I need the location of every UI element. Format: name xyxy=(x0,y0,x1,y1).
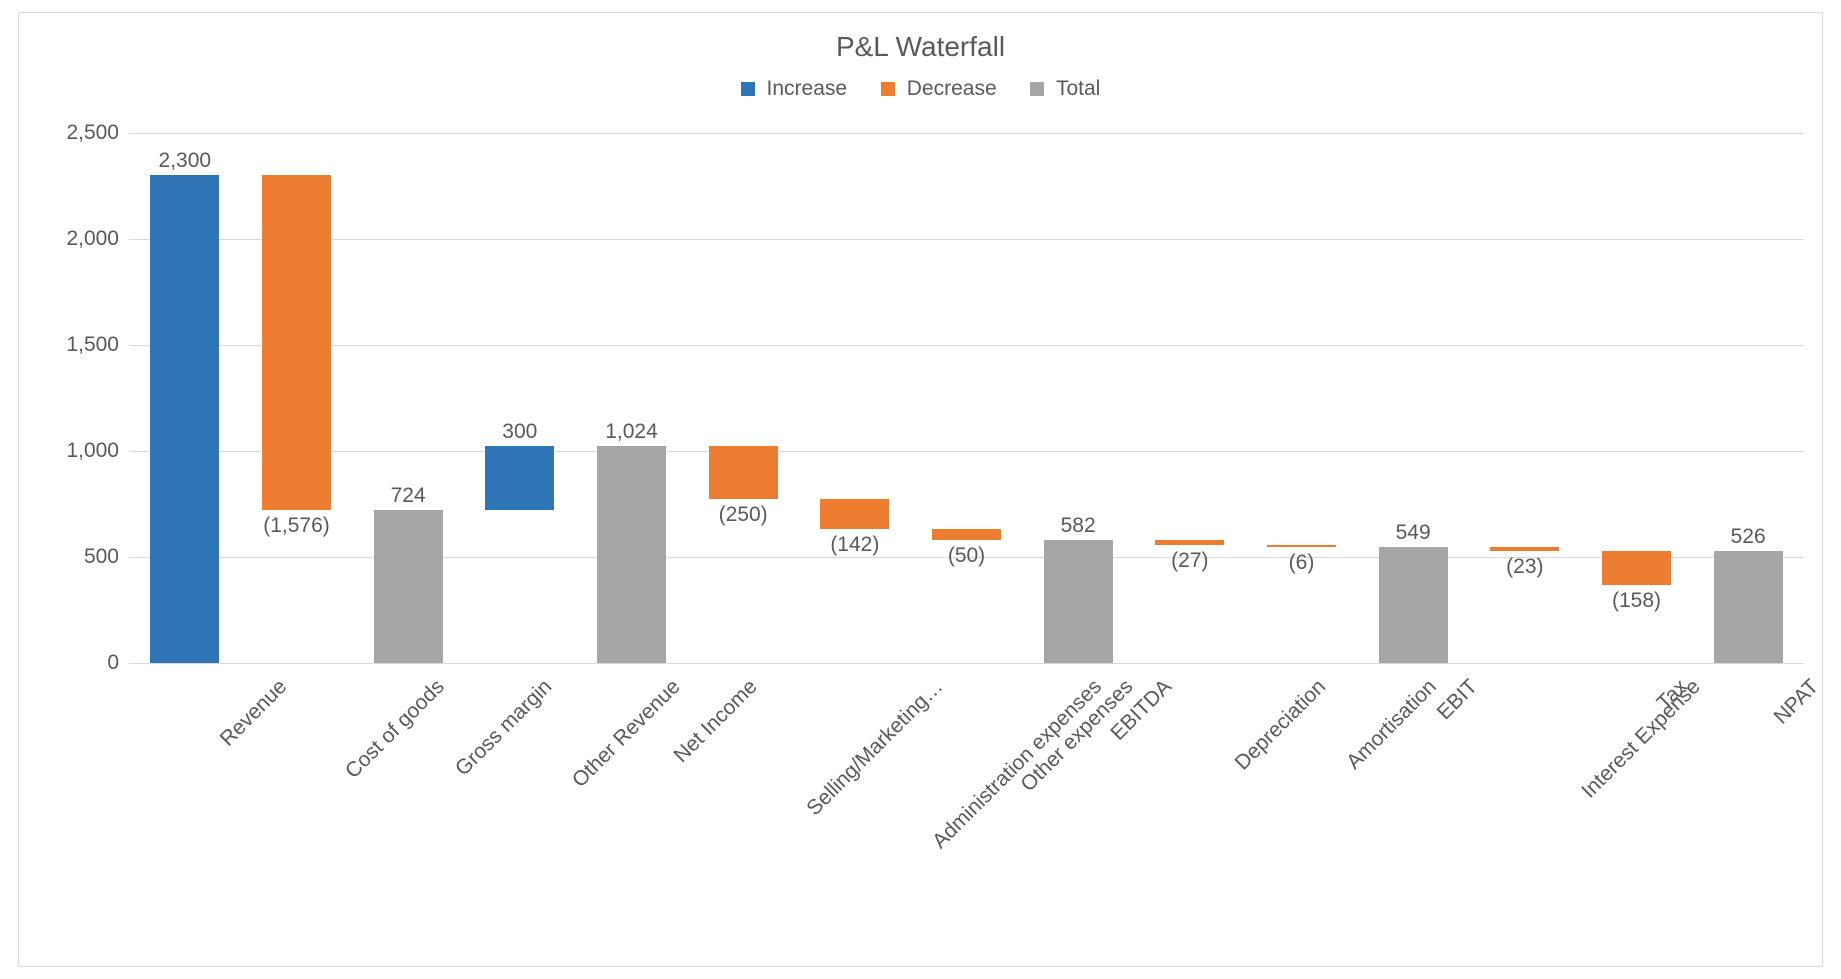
legend-swatch-total xyxy=(1030,82,1044,96)
data-label: 300 xyxy=(502,420,537,444)
legend-item-decrease: Decrease xyxy=(881,77,997,101)
waterfall-bar xyxy=(262,175,331,509)
gridline xyxy=(129,663,1804,664)
data-label: 549 xyxy=(1396,521,1431,545)
data-label: (1,576) xyxy=(263,514,330,538)
gridline xyxy=(129,345,1804,346)
waterfall-bar xyxy=(1379,547,1448,663)
waterfall-bar xyxy=(1490,547,1559,552)
x-tick-label: Amortisation xyxy=(1342,675,1442,775)
data-label: (142) xyxy=(830,533,879,557)
data-label: (23) xyxy=(1506,555,1543,579)
legend-swatch-decrease xyxy=(881,82,895,96)
x-tick-label: EBIT xyxy=(1433,675,1483,725)
data-label: 1,024 xyxy=(605,420,658,444)
plot-area: 05001,0001,5002,0002,5002,300(1,576)7243… xyxy=(129,133,1804,664)
waterfall-bar xyxy=(150,175,219,663)
legend-item-total: Total xyxy=(1030,77,1100,101)
gridline xyxy=(129,239,1804,240)
data-label: (6) xyxy=(1289,551,1315,575)
data-label: 582 xyxy=(1061,514,1096,538)
data-label: (27) xyxy=(1171,549,1208,573)
legend-label-total: Total xyxy=(1056,77,1100,100)
waterfall-bar xyxy=(709,446,778,499)
legend-item-increase: Increase xyxy=(741,77,847,101)
waterfall-bar xyxy=(1267,545,1336,547)
data-label: (158) xyxy=(1612,589,1661,613)
legend-label-increase: Increase xyxy=(767,77,848,100)
legend-swatch-increase xyxy=(741,82,755,96)
waterfall-bar xyxy=(820,499,889,529)
waterfall-bar xyxy=(1602,551,1671,584)
waterfall-bar xyxy=(1155,540,1224,546)
waterfall-bar xyxy=(374,510,443,663)
chart-title: P&L Waterfall xyxy=(19,31,1822,63)
data-label: (50) xyxy=(948,544,985,568)
x-tick-label: Cost of goods xyxy=(340,675,449,784)
gridline xyxy=(129,451,1804,452)
x-tick-label: Selling/Marketing… xyxy=(802,675,948,821)
waterfall-bar xyxy=(597,446,666,663)
x-tick-label: NPAT xyxy=(1770,675,1824,729)
x-axis: Revenue Cost of goodsGross marginOther Re… xyxy=(129,667,1804,967)
legend-label-decrease: Decrease xyxy=(907,77,997,100)
waterfall-bar xyxy=(1044,540,1113,663)
chart-frame: P&L Waterfall Increase Decrease Total 05… xyxy=(18,12,1823,967)
waterfall-bar xyxy=(485,446,554,510)
x-tick-label: Depreciation xyxy=(1230,675,1330,775)
data-label: 526 xyxy=(1731,525,1766,549)
waterfall-bar xyxy=(1714,551,1783,663)
x-tick-label: Administration expenses xyxy=(928,675,1107,854)
data-label: (250) xyxy=(719,503,768,527)
x-tick-label: Other Revenue xyxy=(568,675,686,793)
x-tick-label: Revenue xyxy=(215,675,291,751)
x-tick-label: Gross margin xyxy=(451,675,557,781)
data-label: 724 xyxy=(391,484,426,508)
data-label: 2,300 xyxy=(159,149,212,173)
gridline xyxy=(129,133,1804,134)
legend: Increase Decrease Total xyxy=(19,77,1822,101)
waterfall-bar xyxy=(932,529,1001,540)
